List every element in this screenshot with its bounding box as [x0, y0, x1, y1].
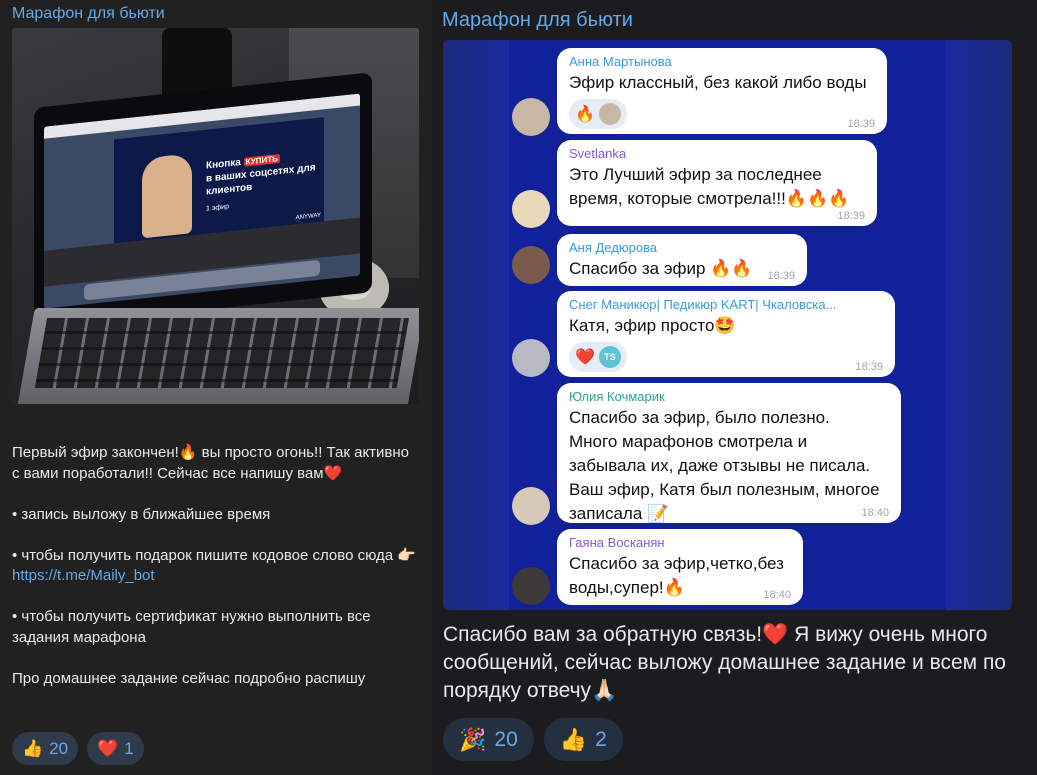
- message-bubble: Юлия Кочмарик Спасибо за эфир, было поле…: [557, 383, 901, 523]
- bot-link[interactable]: https://t.me/Maily_bot: [12, 567, 155, 584]
- avatar: [512, 98, 550, 136]
- reactor-badge: TS: [598, 346, 621, 368]
- message-time: 18:39: [847, 118, 875, 130]
- message-bubble: Снег Маникюр| Педикюр KART| Чкаловска...…: [557, 291, 895, 377]
- fire-icon: 🔥: [575, 106, 595, 123]
- reaction-count: 20: [49, 738, 69, 758]
- chat-side-left: [443, 40, 509, 610]
- reactions-bar: 👍 20 ❤️ 1: [12, 732, 144, 765]
- message-reaction[interactable]: 🔥: [569, 99, 627, 129]
- message-text: Эфир классный, без какой либо воды: [569, 73, 867, 92]
- message-text: Катя, эфир просто🤩: [569, 316, 736, 335]
- reaction-thumbs-up[interactable]: 👍 20: [12, 732, 79, 765]
- post-photo[interactable]: Кнопка КУПИТЬ в ваших соцсетях для клиен…: [12, 28, 419, 404]
- chat-message: Анна Мартынова Эфир классный, без какой …: [509, 48, 909, 136]
- message-bubble: Анна Мартынова Эфир классный, без какой …: [557, 48, 887, 134]
- chat-message: Гаяна Восканян Спасибо за эфир,четко,без…: [509, 529, 909, 605]
- laptop-keyboard: [17, 308, 419, 404]
- reaction-count: 20: [494, 727, 518, 751]
- channel-name[interactable]: Марафон для бьюти: [12, 5, 165, 23]
- avatar: [512, 339, 550, 377]
- chat-side-right: [946, 40, 1012, 610]
- message-text: Спасибо за эфир,четко,без воды,супер!🔥: [569, 554, 784, 597]
- post-text: Первый эфир закончен!🔥 вы просто огонь!!…: [12, 444, 416, 687]
- sender-name: Анна Мартынова: [569, 54, 672, 69]
- thumbs-up-icon: 👍: [559, 726, 588, 752]
- sender-name: Юлия Кочмарик: [569, 389, 665, 404]
- presenter-figure: [142, 153, 192, 239]
- message-time: 18:40: [861, 507, 889, 519]
- left-post: Марафон для бьюти Кнопка КУПИТЬ в ваших …: [0, 0, 432, 775]
- chat-message: Svetlanka Это Лучший эфир за последнее в…: [509, 140, 909, 228]
- message-text: Спасибо за эфир 🔥🔥: [569, 259, 753, 278]
- reaction-party[interactable]: 🎉 20: [443, 718, 534, 761]
- chat-message: Юлия Кочмарик Спасибо за эфир, было поле…: [509, 383, 909, 525]
- heart-icon: ❤️: [575, 349, 595, 366]
- channel-name[interactable]: Марафон для бьюти: [442, 9, 633, 32]
- reaction-count: 2: [595, 727, 607, 751]
- message-time: 18:39: [837, 210, 865, 222]
- laptop-screen: Кнопка КУПИТЬ в ваших соцсетях для клиен…: [34, 72, 372, 328]
- avatar: [512, 246, 550, 284]
- message-bubble: Гаяна Восканян Спасибо за эфир,четко,без…: [557, 529, 803, 605]
- chat-screenshot[interactable]: Анна Мартынова Эфир классный, без какой …: [443, 40, 1012, 610]
- reaction-thumbs-up[interactable]: 👍 2: [543, 718, 623, 761]
- sender-name: Svetlanka: [569, 146, 627, 161]
- sender-name: Аня Дедюрова: [569, 240, 658, 255]
- message-text: Это Лучший эфир за последнее время, кото…: [569, 165, 850, 208]
- avatar: [512, 190, 550, 228]
- message-bubble: Аня Дедюрова Спасибо за эфир 🔥🔥 18:39: [557, 234, 807, 286]
- sender-name: Снег Маникюр| Педикюр KART| Чкаловска...: [569, 297, 837, 312]
- post-text: Спасибо вам за обратную связь!❤️ Я вижу …: [443, 623, 1006, 702]
- heart-icon: ❤️: [97, 738, 119, 758]
- message-reaction[interactable]: ❤️ TS: [569, 342, 627, 372]
- avatar: [512, 567, 550, 605]
- reactions-bar: 🎉 20 👍 2: [443, 718, 623, 761]
- preview-caption: Кнопка КУПИТЬ в ваших соцсетях для клиен…: [206, 153, 321, 222]
- message-bubble: Svetlanka Это Лучший эфир за последнее в…: [557, 140, 877, 226]
- message-time: 18:39: [767, 270, 795, 282]
- reaction-count: 1: [124, 738, 134, 758]
- reaction-heart[interactable]: ❤️ 1: [87, 732, 144, 765]
- reactor-avatar: [598, 103, 621, 125]
- chat-message: Аня Дедюрова Спасибо за эфир 🔥🔥 18:39: [509, 234, 909, 286]
- thumbs-up-icon: 👍: [22, 738, 44, 758]
- party-popper-icon: 🎉: [459, 726, 487, 752]
- message-time: 18:40: [763, 589, 791, 601]
- chat-message: Снег Маникюр| Педикюр KART| Чкаловска...…: [509, 291, 909, 377]
- sender-name: Гаяна Восканян: [569, 535, 665, 550]
- message-time: 18:39: [855, 361, 883, 373]
- laptop-display: Кнопка КУПИТЬ в ваших соцсетях для клиен…: [44, 93, 360, 309]
- keyboard-keys: [34, 318, 410, 388]
- message-text: Спасибо за эфир, было полезно. Много мар…: [569, 408, 880, 523]
- avatar: [512, 487, 550, 525]
